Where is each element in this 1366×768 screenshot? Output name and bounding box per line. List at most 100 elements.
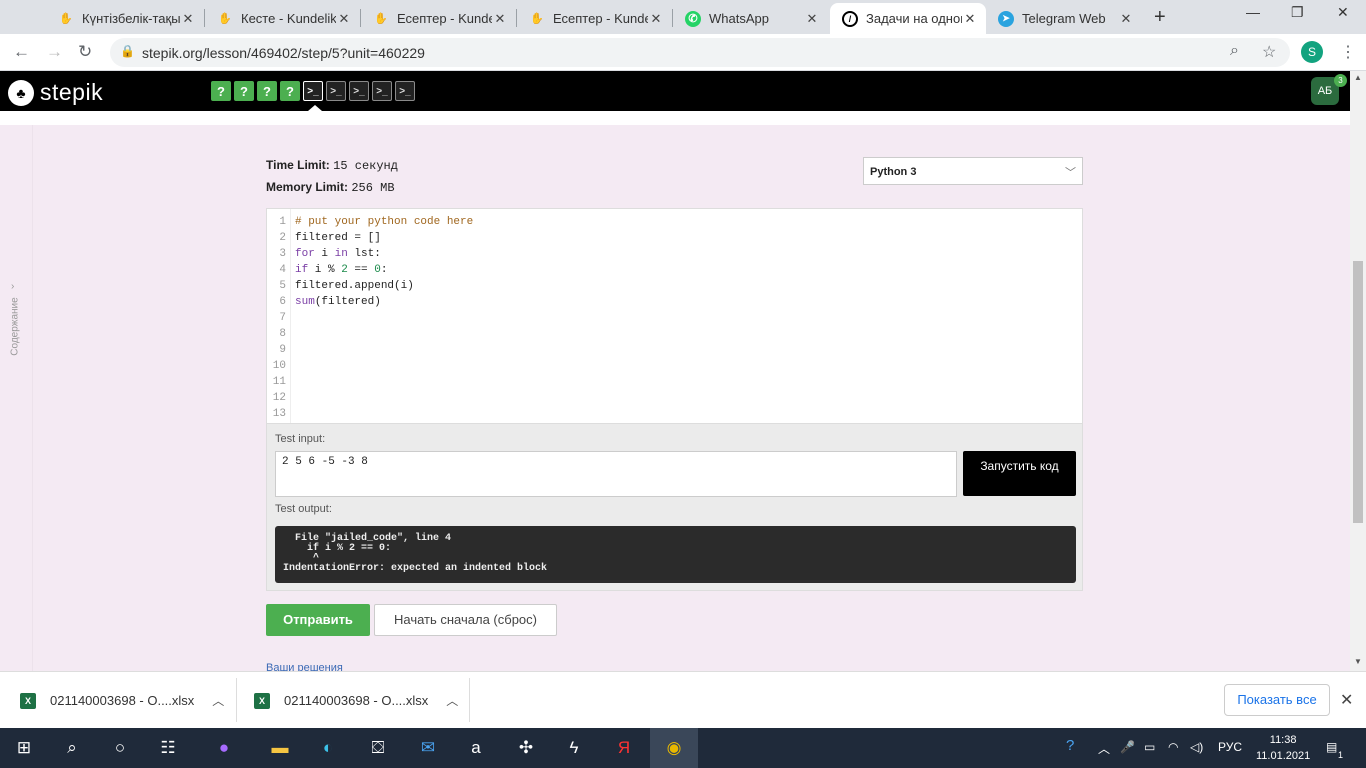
close-downloads-icon[interactable]: ✕ — [1340, 690, 1353, 710]
notification-center-icon[interactable]: ▤ — [1326, 740, 1337, 754]
windows-start-icon[interactable]: ⊞ — [0, 728, 48, 768]
bookmark-star-icon[interactable]: ☆ — [1262, 42, 1276, 62]
your-solutions-link[interactable]: Ваши решения — [266, 662, 343, 671]
close-tab-icon[interactable]: ✕ — [1118, 11, 1134, 27]
time-limit-value: 15 секунд — [333, 159, 398, 173]
stepik-logo-text: stepik — [40, 79, 104, 105]
stepik-logo[interactable]: ♣ stepik — [8, 79, 103, 106]
wifi-icon[interactable]: ◠ — [1168, 740, 1178, 754]
limits-info: Time Limit: 15 секунд Memory Limit: 256 … — [266, 155, 398, 199]
step-code-5-current[interactable]: >_ — [303, 81, 323, 101]
amazon-icon[interactable]: a — [452, 728, 500, 768]
dropbox-icon[interactable]: ✣ — [502, 728, 550, 768]
reset-button[interactable]: Начать сначала (сброс) — [374, 604, 557, 636]
contents-sidebar-toggle[interactable]: › Содержание — [5, 281, 25, 371]
download-item[interactable]: X 021140003698 - O....xlsx ︿ — [20, 672, 224, 729]
code-editor[interactable]: 1 2 3 4 5 6 7 8 9 10 11 12 13 # put your python code… — [266, 208, 1083, 424]
chevron-up-icon[interactable]: ︿ — [446, 692, 458, 709]
input-language[interactable]: РУС — [1218, 740, 1242, 754]
close-tab-icon[interactable]: ✕ — [962, 11, 978, 27]
browser-tab[interactable]: ✆ WhatsApp ✕ — [673, 3, 828, 34]
step-code-8[interactable]: >_ — [372, 81, 392, 101]
browser-tab[interactable]: ✋ Күнтізбелік-тақы ✕ — [46, 3, 204, 34]
battery-icon[interactable]: ▭ — [1144, 740, 1155, 754]
bolt-app-icon[interactable]: ϟ — [550, 728, 598, 768]
step-navigation: ? ? ? ? >_ >_ >_ >_ >_ — [211, 81, 418, 101]
notification-badge: 3 — [1334, 74, 1347, 87]
search-icon[interactable]: ⌕ — [48, 728, 96, 768]
chevron-up-icon[interactable]: ︿ — [212, 692, 224, 709]
url-text[interactable]: stepik.org/lesson/469402/step/5?unit=460… — [142, 45, 425, 61]
new-tab-button[interactable]: + — [1154, 6, 1166, 29]
restore-icon[interactable]: ❐ — [1291, 4, 1304, 21]
test-input-field[interactable]: 2 5 6 -5 -3 8 — [275, 451, 957, 497]
run-code-button[interactable]: Запустить код — [963, 451, 1076, 496]
show-all-downloads-button[interactable]: Показать все — [1224, 684, 1330, 716]
reload-icon[interactable]: ↻ — [78, 42, 92, 62]
cortana-icon[interactable]: ○ — [96, 728, 144, 768]
search-icon[interactable]: ⌕ — [1230, 42, 1239, 60]
menu-icon[interactable]: ⋮ — [1340, 42, 1356, 62]
tab-title: Telegram Web — [1022, 11, 1106, 26]
store-icon[interactable]: ⛋ — [354, 728, 402, 768]
windows-taskbar: ⊞ ⌕ ○ ☷ ● ▬ ◐ ⛋ ✉ a ✣ ϟ Я ◉ ? ︿ 🎤 ▭ ◠ ◁)… — [0, 728, 1366, 768]
system-clock[interactable]: 11:38 11.01.2021 — [1256, 732, 1310, 764]
browser-tab[interactable]: ✋ Есептер - Kundelik ✕ — [517, 3, 672, 34]
browser-tab-active[interactable]: / Задачи на одном ✕ — [830, 3, 986, 34]
language-select[interactable]: Python 3 ﹀ — [863, 157, 1083, 185]
sun-icon: ✋ — [59, 13, 73, 25]
alice-icon[interactable]: ● — [200, 728, 248, 768]
scroll-up-icon[interactable]: ▲ — [1354, 73, 1362, 82]
step-code-9[interactable]: >_ — [395, 81, 415, 101]
clock-date: 11.01.2021 — [1256, 750, 1311, 762]
scrollbar-thumb[interactable] — [1353, 261, 1363, 523]
task-view-icon[interactable]: ☷ — [144, 728, 192, 768]
step-code-6[interactable]: >_ — [326, 81, 346, 101]
file-explorer-icon[interactable]: ▬ — [256, 728, 304, 768]
close-window-icon[interactable]: ✕ — [1337, 4, 1349, 21]
chrome-icon[interactable]: ◉ — [650, 728, 698, 768]
scroll-down-icon[interactable]: ▼ — [1354, 657, 1362, 666]
step-quiz-2[interactable]: ? — [234, 81, 254, 101]
chevron-up-icon[interactable]: ︿ — [1098, 740, 1110, 757]
code-line: if i % 2 == 0: — [295, 264, 388, 276]
step-code-7[interactable]: >_ — [349, 81, 369, 101]
browser-tab[interactable]: ✋ Есептер - Kundelik ✕ — [361, 3, 516, 34]
code-text[interactable]: # put your python code here filtered = []… — [295, 214, 473, 310]
step-quiz-1[interactable]: ? — [211, 81, 231, 101]
forward-icon[interactable]: → — [46, 42, 63, 62]
test-input-label: Test input: — [275, 433, 326, 445]
clock-time: 11:38 — [1269, 734, 1297, 746]
minimize-icon[interactable]: — — [1246, 4, 1260, 20]
download-item[interactable]: X 021140003698 - O....xlsx ︿ — [254, 672, 458, 729]
time-limit-label: Time Limit: — [266, 158, 330, 172]
close-tab-icon[interactable]: ✕ — [180, 11, 196, 27]
tab-title: Есептер - Kundelik — [553, 11, 648, 26]
address-bar[interactable]: 🔒 stepik.org/lesson/469402/step/5?unit=4… — [110, 38, 1290, 67]
tab-title: WhatsApp — [709, 11, 769, 26]
close-tab-icon[interactable]: ✕ — [336, 11, 352, 27]
help-icon[interactable]: ? — [1066, 737, 1074, 754]
step-quiz-3[interactable]: ? — [257, 81, 277, 101]
code-line: # put your python code here — [295, 216, 474, 228]
close-tab-icon[interactable]: ✕ — [804, 11, 820, 27]
browser-toolbar: ← → ↻ 🔒 stepik.org/lesson/469402/step/5?… — [0, 34, 1366, 71]
yandex-browser-icon[interactable]: Я — [600, 728, 648, 768]
close-tab-icon[interactable]: ✕ — [492, 11, 508, 27]
microphone-icon[interactable]: 🎤 — [1120, 740, 1135, 754]
page-scrollbar[interactable]: ▲ ▼ — [1350, 71, 1366, 671]
submit-button[interactable]: Отправить — [266, 604, 370, 636]
volume-icon[interactable]: ◁) — [1190, 740, 1203, 754]
chevron-down-icon: ﹀ — [1065, 167, 1076, 179]
mail-icon[interactable]: ✉ — [404, 728, 452, 768]
telegram-icon: ➤ — [998, 10, 1014, 27]
close-tab-icon[interactable]: ✕ — [648, 11, 664, 27]
profile-avatar[interactable]: S — [1301, 41, 1323, 63]
line-numbers: 1 2 3 4 5 6 7 8 9 10 11 12 13 — [267, 209, 291, 423]
tab-title: Задачи на одном — [866, 11, 962, 26]
edge-icon[interactable]: ◐ — [304, 728, 352, 768]
browser-tab[interactable]: ➤ Telegram Web ✕ — [986, 3, 1142, 34]
browser-tab[interactable]: ✋ Кесте - Kundelik.k ✕ — [205, 3, 360, 34]
back-icon[interactable]: ← — [13, 42, 30, 62]
step-quiz-4[interactable]: ? — [280, 81, 300, 101]
